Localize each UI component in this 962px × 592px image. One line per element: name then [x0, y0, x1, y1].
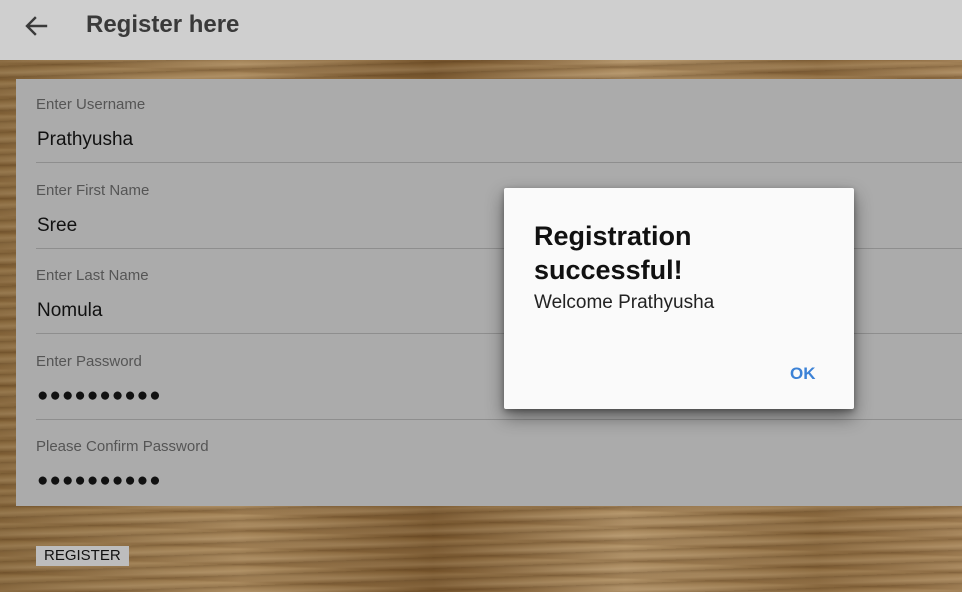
dialog-title: Registration successful!: [534, 221, 692, 285]
ok-button[interactable]: OK: [790, 364, 816, 384]
success-dialog: Registration successful! Welcome Prathyu…: [504, 188, 854, 409]
dialog-message: Welcome Prathyusha: [534, 292, 715, 313]
